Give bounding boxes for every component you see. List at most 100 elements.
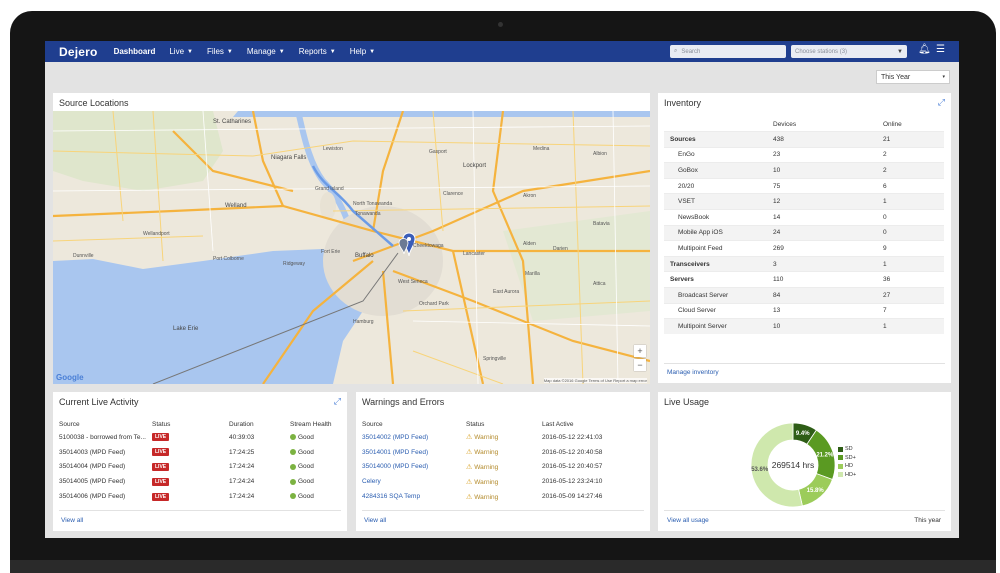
table-row[interactable]: 35014002 (MPD Feed) ⚠ Warning 2016-05-12 22… [362,430,642,445]
map-label: St. Catharines [213,119,252,125]
table-header: Source Status Duration Stream Health [59,418,350,430]
warning-icon: ⚠ [466,478,473,486]
expand-icon[interactable]: ⤢ [334,396,341,407]
brand-logo[interactable]: Dejero [59,45,98,59]
inventory-name: Broadcast Server [678,291,729,299]
warning-icon: ⚠ [466,493,473,501]
period-select[interactable]: This Year ▾ [876,70,950,84]
search-input[interactable]: ⌕ Search [670,45,786,58]
column-header: Online [883,120,902,128]
nav-live[interactable]: Live ▼ [169,47,193,56]
view-all-warnings-link[interactable]: View all [364,517,386,524]
column-header: Last Active [542,420,574,428]
health-label: Good [298,478,314,486]
map-label: Welland [225,203,247,209]
inventory-online: 2 [883,151,887,159]
table-row[interactable]: Celery ⚠ Warning 2016-05-12 23:24:10 [362,474,642,489]
expand-icon[interactable]: ⤢ [938,97,945,108]
map-label: Tonawanda [355,211,381,217]
zoom-in-button[interactable]: + [634,345,646,357]
source-link[interactable]: 35014000 (MPD Feed) [362,463,466,470]
live-badge: LIVE [152,448,170,457]
slice-value-label: 21.2% [816,453,834,459]
nav-files-label: Files [207,47,224,56]
map-label: Orchard Park [419,301,449,307]
inventory-name: Transceivers [670,260,710,268]
last-active: 2016-05-12 22:41:03 [542,433,603,441]
inventory-devices: 10 [773,166,781,174]
column-header: Devices [773,120,797,128]
top-navbar: Dejero Dashboard Live ▼ Files ▼ Manage ▼ Re… [45,41,959,62]
panel-title: Inventory [664,98,702,108]
map-attribution[interactable]: Map data ©2016 Google Terms of Use Repor… [543,378,647,383]
table-row[interactable]: 35014003 (MPD Feed) LIVE 17:24:25 Good [59,445,350,460]
live-badge: LIVE [152,433,170,442]
source-link[interactable]: 4284316 SQA Temp [362,493,466,500]
nav-reports[interactable]: Reports ▼ [299,47,336,56]
view-all-live-link[interactable]: View all [61,517,83,524]
table-row: NewsBook 14 0 [664,208,944,225]
good-status-icon [290,448,296,455]
health-label: Good [298,448,314,456]
inventory-devices: 75 [773,182,781,190]
slice-value-label: 9.4% [796,431,810,437]
live-usage-panel: Live Usage 9.4% 21.2% 15.8% 53.6% 269514 hrs… [658,392,951,531]
table-row: EnGo 23 2 [664,146,944,163]
health-label: Good [298,463,314,471]
legend-item: HD [838,462,856,471]
nav-manage[interactable]: Manage ▼ [247,47,285,56]
inventory-devices: 23 [773,151,781,159]
table-row[interactable]: 35014004 (MPD Feed) LIVE 17:24:24 Good [59,460,350,475]
source-link[interactable]: 35014002 (MPD Feed) [362,434,466,441]
status-cell: ⚠ Warning [466,493,542,501]
nav-dashboard[interactable]: Dashboard [114,47,156,56]
live-badge: LIVE [152,477,170,486]
map-label: West Seneca [398,279,428,285]
source-name: 35014006 (MPD Feed) [59,493,126,501]
inventory-name: Servers [670,276,694,284]
table-row[interactable]: 35014001 (MPD Feed) ⚠ Warning 2016-05-12 20… [362,445,642,460]
map-label: Clarence [443,191,464,197]
slice-value-label: 15.8% [807,488,825,494]
source-link[interactable]: 35014001 (MPD Feed) [362,449,466,456]
inventory-devices: 14 [773,213,781,221]
dashboard-screen: Dejero Dashboard Live ▼ Files ▼ Manage ▼ Re… [45,41,959,538]
bell-icon[interactable]: 🔔︎ [918,44,931,55]
source-link[interactable]: Celery [362,478,466,485]
table-row: GoBox 10 2 [664,162,944,178]
chart-legend: SD SD+ HD HD+ [838,445,856,479]
nav-files[interactable]: Files ▼ [207,47,233,56]
zoom-out-button[interactable]: − [634,359,646,371]
inventory-devices: 269 [773,244,784,252]
view-all-usage-link[interactable]: View all usage [667,517,709,524]
table-row[interactable]: 4284316 SQA Temp ⚠ Warning 2016-05-09 14:27… [362,489,642,504]
map-label: Albion [593,151,607,157]
nav-help[interactable]: Help ▼ [350,47,375,56]
stream-health: Good [290,434,350,441]
column-header: Source [59,420,80,428]
inventory-online: 27 [883,291,891,299]
inventory-devices: 110 [773,276,784,284]
divider [59,510,341,511]
map-label: Ridgeway [283,261,305,267]
search-placeholder: Search [681,48,701,55]
manage-inventory-link[interactable]: Manage inventory [667,369,719,376]
source-map[interactable]: St. Catharines Niagara Falls Lewiston Gr… [53,111,650,384]
inventory-name: VSET [678,198,695,206]
hamburger-menu-icon[interactable]: ☰ [936,44,945,55]
map-label: Hamburg [353,319,374,325]
warning-icon: ⚠ [466,463,473,471]
inventory-devices: 438 [773,135,784,143]
legend-item: HD+ [838,471,856,480]
legend-swatch [838,446,843,452]
legend-label: HD [845,463,853,470]
source-name: 35014004 (MPD Feed) [59,463,126,471]
table-row[interactable]: 35014000 (MPD Feed) ⚠ Warning 2016-05-12 20… [362,460,642,475]
table-row[interactable]: 35014005 (MPD Feed) LIVE 17:24:24 Good [59,474,350,489]
table-row[interactable]: 5100038 - borrowed from Te... LIVE 40:39:0… [59,430,350,445]
table-row[interactable]: 35014006 (MPD Feed) LIVE 17:24:24 Good [59,489,350,504]
divider [362,510,644,511]
map-label: Marilla [525,271,540,277]
stations-select[interactable]: Choose stations (3) ▼ [791,45,907,58]
last-active: 2016-05-12 23:24:10 [542,478,603,486]
